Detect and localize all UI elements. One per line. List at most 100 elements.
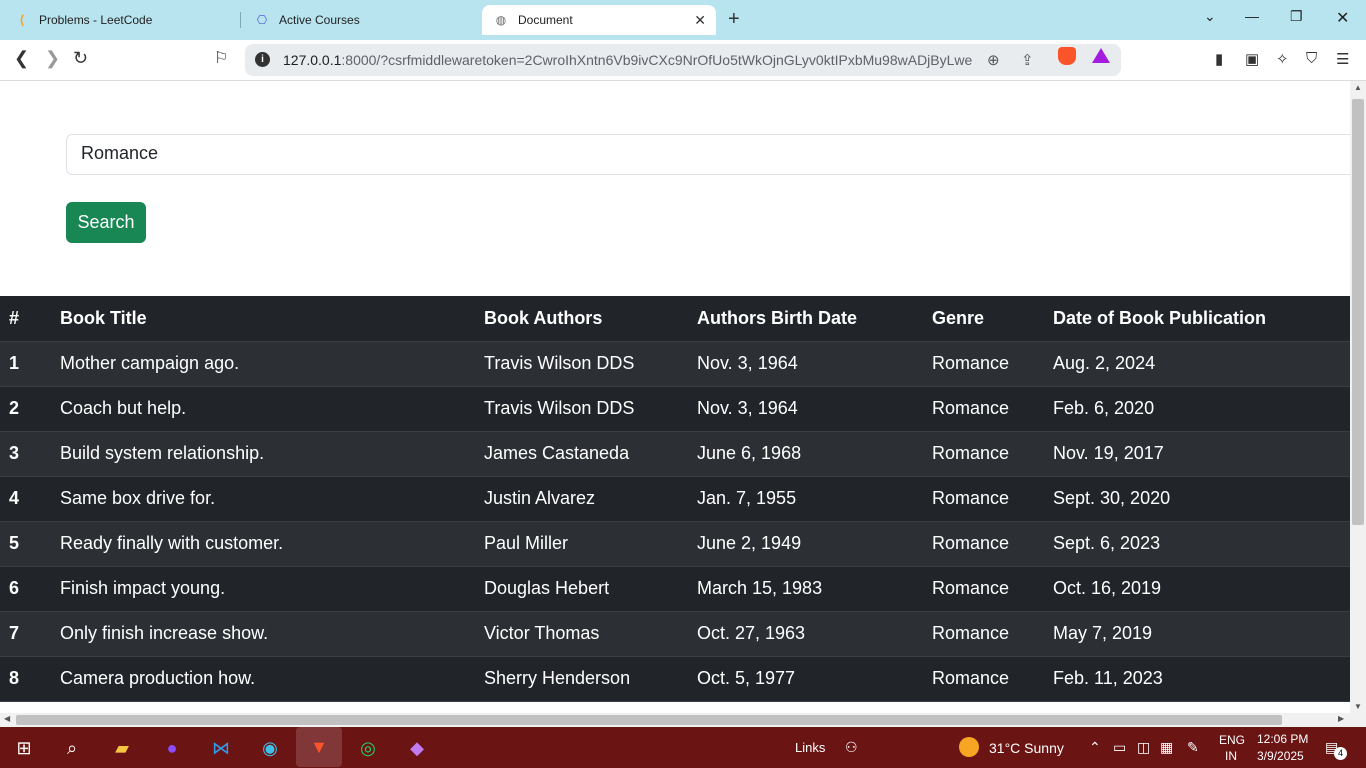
restore-icon[interactable]: ❐ <box>1290 8 1303 25</box>
scroll-left-icon[interactable]: ◀ <box>4 714 10 723</box>
scroll-up-icon[interactable]: ▲ <box>1354 83 1362 92</box>
cell-genre: Romance <box>932 431 1053 477</box>
tray-device-icon[interactable]: ▭ <box>1113 739 1126 756</box>
sidebar-icon[interactable]: ▮ <box>1215 50 1223 68</box>
cell-book-title: Same box drive for. <box>60 476 484 522</box>
tab-leetcode[interactable]: ⟨ Problems - LeetCode <box>14 5 236 35</box>
search-button[interactable]: Search <box>66 202 146 243</box>
file-explorer-icon[interactable]: ▰ <box>109 735 135 761</box>
cell-genre: Romance <box>932 386 1053 432</box>
clock-time[interactable]: 12:06 PM <box>1257 732 1308 746</box>
tab-separator <box>240 12 241 28</box>
cell-book-title: Build system relationship. <box>60 431 484 477</box>
page-content: Romance Search # Book Title Book Authors… <box>0 81 1350 713</box>
whatsapp-icon[interactable]: ◎ <box>355 735 381 761</box>
app-p-icon[interactable]: ● <box>159 735 185 761</box>
browser-toolbar: ❮ ❯ ↻ ⚐ i 127.0.0.1:8000/?csrfmiddleware… <box>0 40 1366 81</box>
new-tab-icon[interactable]: + <box>728 8 740 31</box>
brave-rewards-icon[interactable] <box>1092 48 1110 63</box>
cell-book-title: Finish impact young. <box>60 566 484 612</box>
cell-author-birth-date: June 2, 1949 <box>697 521 932 567</box>
weather-text[interactable]: 31°C Sunny <box>989 740 1064 756</box>
reload-icon[interactable]: ↻ <box>73 48 88 69</box>
tab-search-icon[interactable]: ⌄ <box>1204 8 1216 25</box>
cell-publication-date: Aug. 2, 2024 <box>1053 341 1350 387</box>
cell-number: 3 <box>0 431 60 477</box>
cell-author-birth-date: Nov. 3, 1964 <box>697 341 932 387</box>
vscode-icon[interactable]: ⋈ <box>208 735 234 761</box>
cell-book-author: Sherry Henderson <box>484 656 697 702</box>
cell-book-author: Victor Thomas <box>484 611 697 657</box>
windows-start-icon[interactable]: ⊞ <box>11 735 37 761</box>
cell-publication-date: Sept. 30, 2020 <box>1053 476 1350 522</box>
tray-app-icon[interactable]: ▦ <box>1160 739 1173 756</box>
cell-author-birth-date: June 6, 1968 <box>697 431 932 477</box>
globe-icon: ◍ <box>495 13 507 27</box>
brave-shields-icon[interactable] <box>1058 47 1076 65</box>
horizontal-scroll-thumb[interactable] <box>16 715 1282 725</box>
scroll-down-icon[interactable]: ▼ <box>1354 702 1362 711</box>
table-header-row: # Book Title Book Authors Authors Birth … <box>0 296 1350 342</box>
url-text[interactable]: 127.0.0.1:8000/?csrfmiddlewaretoken=2Cwr… <box>283 52 973 68</box>
pen-icon[interactable]: ✎ <box>1187 739 1199 756</box>
vertical-scrollbar[interactable]: ▲ ▼ <box>1350 81 1366 713</box>
table-row: 7 Only finish increase show. Victor Thomas… <box>0 611 1350 657</box>
tab-title: Document <box>518 13 573 27</box>
links-label[interactable]: Links <box>795 740 825 755</box>
cell-author-birth-date: Oct. 27, 1963 <box>697 611 932 657</box>
cell-publication-date: Oct. 16, 2019 <box>1053 566 1350 612</box>
cell-book-author: Douglas Hebert <box>484 566 697 612</box>
cell-book-title: Mother campaign ago. <box>60 341 484 387</box>
region-label[interactable]: IN <box>1225 749 1237 763</box>
books-table: # Book Title Book Authors Authors Birth … <box>0 296 1350 702</box>
weather-sun-icon[interactable] <box>959 737 979 757</box>
cell-number: 1 <box>0 341 60 387</box>
cell-book-author: James Castaneda <box>484 431 697 477</box>
tab-title: Active Courses <box>279 13 360 27</box>
close-tab-icon[interactable]: ✕ <box>694 12 706 29</box>
zoom-icon[interactable]: ⊕ <box>987 51 1000 69</box>
cell-book-title: Only finish increase show. <box>60 611 484 657</box>
bookmark-icon[interactable]: ⚐ <box>214 48 228 68</box>
people-icon[interactable]: ⚇ <box>845 739 858 756</box>
address-bar[interactable]: i 127.0.0.1:8000/?csrfmiddlewaretoken=2C… <box>245 44 1121 76</box>
horizontal-scrollbar[interactable]: ◀ ▶ <box>0 713 1350 727</box>
cell-book-author: Travis Wilson DDS <box>484 386 697 432</box>
share-icon[interactable]: ⇪ <box>1021 51 1034 69</box>
cell-author-birth-date: March 15, 1983 <box>697 566 932 612</box>
back-icon[interactable]: ❮ <box>14 48 29 69</box>
brave-taskbar-icon[interactable]: ▼ <box>296 727 342 767</box>
camera-icon[interactable]: ◫ <box>1137 739 1150 756</box>
scroll-right-icon[interactable]: ▶ <box>1338 714 1344 723</box>
cell-genre: Romance <box>932 611 1053 657</box>
browser-tab-strip: ⟨ Problems - LeetCode ⎔ Active Courses ◍… <box>0 0 1366 40</box>
search-icon[interactable]: ⌕ <box>59 735 85 761</box>
edge-icon[interactable]: ◉ <box>257 735 283 761</box>
m365-icon[interactable]: ◆ <box>404 735 430 761</box>
search-input[interactable]: Romance <box>66 134 1350 175</box>
table-row: 1 Mother campaign ago. Travis Wilson DDS No… <box>0 341 1350 387</box>
cell-book-title: Ready finally with customer. <box>60 521 484 567</box>
tab-document[interactable]: ◍ Document ✕ <box>482 5 716 35</box>
table-row: 3 Build system relationship. James Castane… <box>0 431 1350 477</box>
wallet-icon[interactable]: ▣ <box>1245 50 1259 68</box>
leo-ai-icon[interactable]: ✧ <box>1276 50 1289 68</box>
cell-publication-date: Feb. 11, 2023 <box>1053 656 1350 702</box>
cell-genre: Romance <box>932 521 1053 567</box>
site-info-icon[interactable]: i <box>255 52 270 67</box>
menu-icon[interactable]: ☰ <box>1336 50 1349 68</box>
forward-icon[interactable]: ❯ <box>45 48 60 69</box>
tray-expand-icon[interactable]: ⌃ <box>1089 739 1101 756</box>
header-genre: Genre <box>932 296 1053 342</box>
vpn-icon[interactable]: ⛉ <box>1306 50 1317 67</box>
tab-active-courses[interactable]: ⎔ Active Courses <box>254 5 476 35</box>
close-window-icon[interactable]: ✕ <box>1336 8 1349 28</box>
tab-title: Problems - LeetCode <box>39 13 153 27</box>
vertical-scroll-thumb[interactable] <box>1352 99 1364 525</box>
language-label[interactable]: ENG <box>1219 733 1245 747</box>
scroll-corner <box>1350 713 1366 727</box>
cell-author-birth-date: Nov. 3, 1964 <box>697 386 932 432</box>
minimize-icon[interactable]: — <box>1245 8 1259 24</box>
clock-date[interactable]: 3/9/2025 <box>1257 749 1304 763</box>
leetcode-icon: ⟨ <box>19 13 25 27</box>
